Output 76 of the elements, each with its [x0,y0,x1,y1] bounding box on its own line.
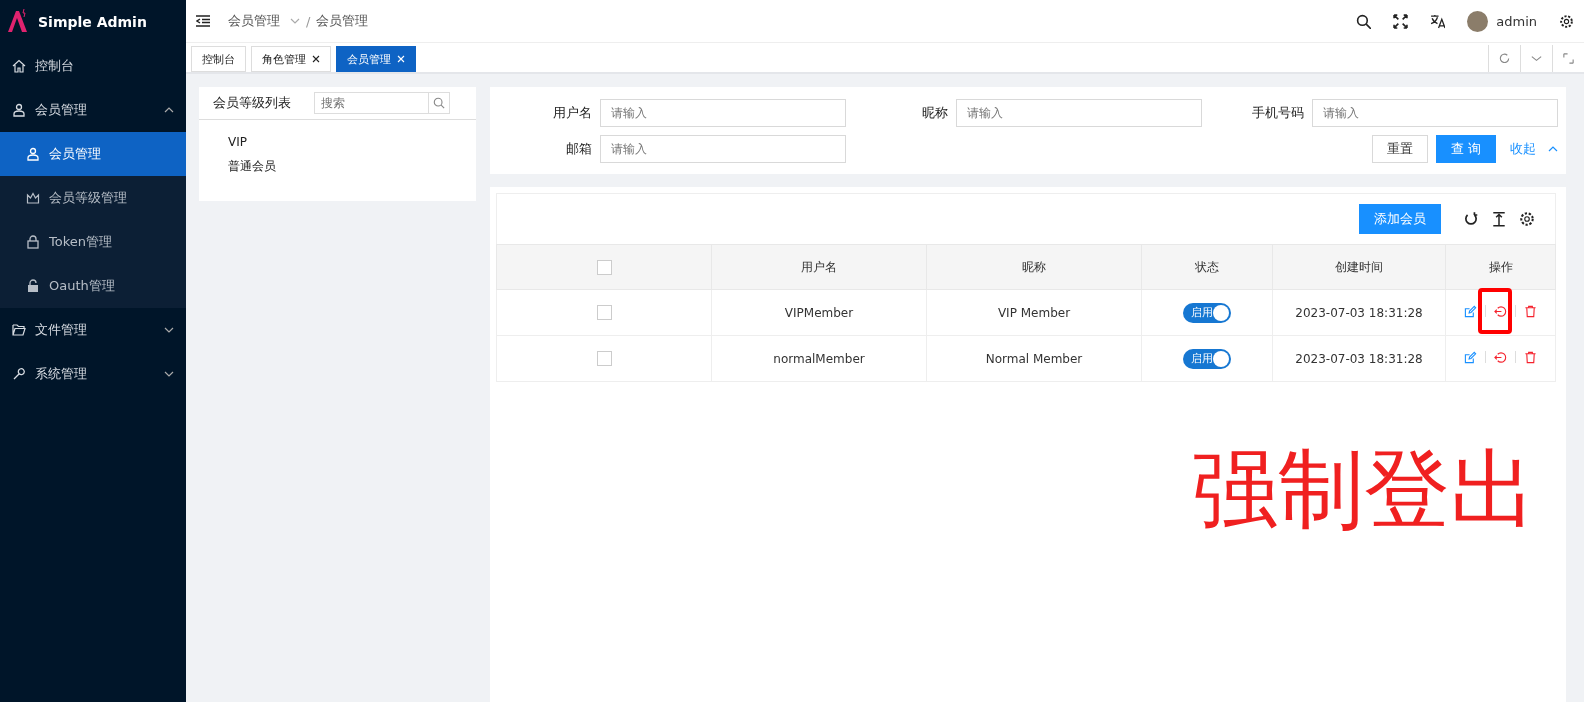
panel-title: 会员等级列表 [213,94,291,112]
chevron-up-icon [164,107,174,113]
sidebar-item[interactable]: Oauth管理 [0,264,186,308]
translate-icon[interactable] [1430,13,1446,29]
breadcrumb-separator: / [306,13,311,29]
input-field[interactable]: 请输入 [600,135,846,163]
chevron-down-icon [290,18,300,24]
column-header: 状态 [1141,244,1273,290]
table-cell: 2023-07-03 18:31:28 [1272,335,1446,382]
user-icon [26,147,40,161]
user-icon [12,103,26,117]
trash-icon[interactable] [1524,350,1537,364]
input-field[interactable]: 请输入 [956,99,1202,127]
column-header: 操作 [1445,244,1556,290]
field-label: 手机号码 [1252,104,1304,122]
field-label: 昵称 [922,104,948,122]
chevron-down-icon [164,327,174,333]
chevron-up-icon [1548,146,1558,152]
status-switch[interactable]: 启用 [1183,348,1231,369]
search-icon[interactable] [1356,13,1372,29]
user-name[interactable]: admin [1496,13,1537,29]
logout-icon[interactable] [1494,304,1507,318]
wrench-icon [12,367,26,381]
field-label: 邮箱 [566,140,592,158]
crown-icon [26,191,40,205]
table-cell: Normal Member [926,335,1142,382]
tab[interactable]: 会员管理 [336,46,416,72]
field-label: 用户名 [553,104,592,122]
search-field[interactable]: 搜索 [314,92,429,114]
reload-icon[interactable] [1463,211,1479,227]
settings-icon[interactable] [1519,211,1535,227]
breadcrumb-link[interactable]: 会员管理 [316,12,369,30]
sidebar-item[interactable]: 会员管理 [0,132,186,176]
input-field[interactable]: 请输入 [1312,99,1558,127]
sidebar-item[interactable]: 会员等级管理 [0,176,186,220]
table-cell: VIP Member [926,289,1142,336]
sidebar-item[interactable]: Token管理 [0,220,186,264]
avatar-image [1467,10,1489,32]
table-cell: normalMember [711,335,927,382]
tab[interactable]: 控制台 [191,46,246,72]
annotation-text: 强制登出 [1192,439,1536,539]
chevron-down-icon [164,371,174,377]
unlock-icon [26,279,40,293]
folder-icon [12,323,26,337]
trash-icon[interactable] [1524,304,1537,318]
table-cell: 2023-07-03 18:31:28 [1272,289,1446,336]
edit-icon[interactable] [1464,350,1477,364]
fullscreen-icon[interactable] [1393,13,1409,29]
checkbox[interactable] [596,305,612,320]
sidebar-item[interactable]: 系统管理 [0,352,186,396]
checkbox[interactable] [596,351,612,366]
tree-item[interactable]: VIP [228,130,476,154]
home-icon [12,59,26,73]
input-field[interactable]: 请输入 [600,99,846,127]
column-header: 创建时间 [1272,244,1446,290]
sidebar-item[interactable]: 文件管理 [0,308,186,352]
sidebar-item[interactable]: 会员管理 [0,88,186,132]
brand-name: Simple Admin [38,14,147,30]
breadcrumb-link[interactable]: 会员管理 [228,12,280,30]
column-header: 昵称 [926,244,1142,290]
table-cell: VIPMember [711,289,927,336]
tab[interactable]: 角色管理 [251,46,331,72]
reset-button[interactable]: 重置 [1371,135,1428,163]
logout-icon[interactable] [1494,350,1507,364]
highlight-frame [1478,287,1512,334]
tree-item[interactable]: 普通会员 [228,154,476,178]
settings-icon[interactable] [1559,13,1574,29]
menu-icon[interactable] [196,15,210,27]
column-header: 用户名 [711,244,927,290]
close-icon[interactable] [312,55,320,63]
sidebar-item[interactable]: 控制台 [0,44,186,88]
checkbox[interactable] [596,259,612,275]
lock-icon [26,235,40,249]
column-height-icon[interactable] [1491,211,1507,227]
status-switch[interactable]: 启用 [1183,302,1231,323]
edit-icon[interactable] [1464,304,1477,318]
